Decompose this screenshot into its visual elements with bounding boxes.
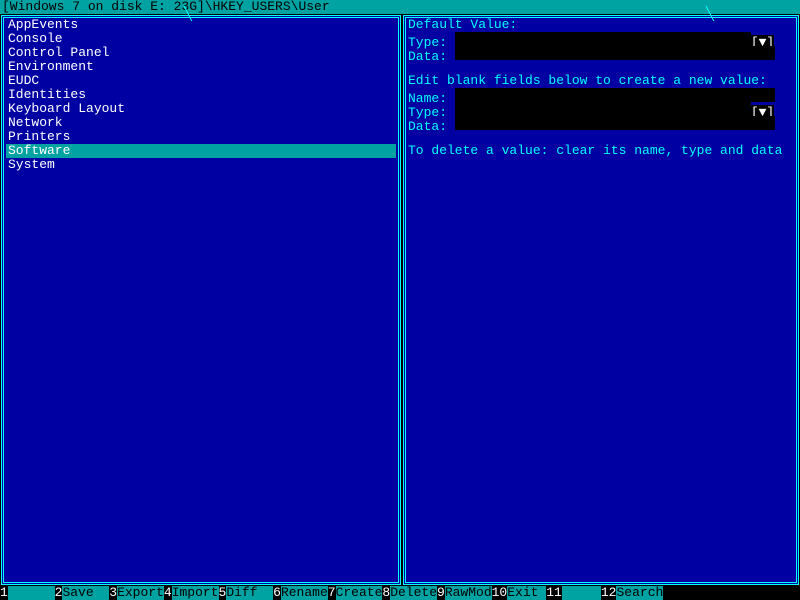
fkey-num: 4 xyxy=(164,586,172,600)
fkey-create[interactable]: Create xyxy=(336,586,383,600)
tree-item-eudc[interactable]: EUDC xyxy=(6,74,396,88)
fkey-export[interactable]: Export xyxy=(117,586,164,600)
registry-tree[interactable]: AppEventsConsoleControl PanelEnvironment… xyxy=(6,18,396,582)
default-type-field[interactable] xyxy=(455,32,751,46)
tree-item-identities[interactable]: Identities xyxy=(6,88,396,102)
new-type-field[interactable] xyxy=(455,102,751,116)
tree-item-control-panel[interactable]: Control Panel xyxy=(6,46,396,60)
fkey-num: 1 xyxy=(0,586,8,600)
fkey-num: 2 xyxy=(55,586,63,600)
function-key-bar: 1 2Save 3Export4Import5Diff 6Rename7Crea… xyxy=(0,586,800,600)
value-editor: Default Value: Type: [▼] Data: Edit blan… xyxy=(408,18,794,582)
title-bar: [Windows 7 on disk E: 23G]\HKEY_USERS\Us… xyxy=(0,0,800,14)
fkey-num: 8 xyxy=(382,586,390,600)
main-area: ╲ AppEventsConsoleControl PanelEnvironme… xyxy=(0,14,800,586)
fkey-search[interactable]: Search xyxy=(616,586,663,600)
fkey-num: 3 xyxy=(109,586,117,600)
fkey-num: 9 xyxy=(437,586,445,600)
fkey-num: 12 xyxy=(601,586,617,600)
tree-item-console[interactable]: Console xyxy=(6,32,396,46)
data-label: Data: xyxy=(408,49,447,64)
screen: [Windows 7 on disk E: 23G]\HKEY_USERS\Us… xyxy=(0,0,800,600)
fkey-num: 5 xyxy=(219,586,227,600)
fkey-num: 10 xyxy=(492,586,508,600)
fkey-num: 6 xyxy=(273,586,281,600)
new-name-field[interactable] xyxy=(455,88,775,102)
data-label: Data: xyxy=(408,119,447,134)
fkey-num: 7 xyxy=(328,586,336,600)
tree-item-software[interactable]: Software xyxy=(6,144,396,158)
new-data-field[interactable] xyxy=(455,116,775,130)
fkey-[interactable] xyxy=(8,586,55,600)
tree-item-network[interactable]: Network xyxy=(6,116,396,130)
tree-item-keyboard-layout[interactable]: Keyboard Layout xyxy=(6,102,396,116)
tree-item-printers[interactable]: Printers xyxy=(6,130,396,144)
left-panel: ╲ AppEventsConsoleControl PanelEnvironme… xyxy=(1,15,401,585)
default-value-header: Default Value: xyxy=(408,18,517,32)
edit-hint: Edit blank fields below to create a new … xyxy=(408,73,767,88)
fkey-save[interactable]: Save xyxy=(62,586,109,600)
fkey-[interactable] xyxy=(562,586,601,600)
right-panel: ╲ Default Value: Type: [▼] Data: Edit bl… xyxy=(403,15,799,585)
tree-item-system[interactable]: System xyxy=(6,158,396,172)
fkey-import[interactable]: Import xyxy=(172,586,219,600)
tree-item-environment[interactable]: Environment xyxy=(6,60,396,74)
delete-hint: To delete a value: clear its name, type … xyxy=(408,143,782,158)
default-data-field[interactable] xyxy=(455,46,775,60)
fkey-rawmod[interactable]: RawMod xyxy=(445,586,492,600)
fkey-num: 11 xyxy=(546,586,562,600)
tree-item-appevents[interactable]: AppEvents xyxy=(6,18,396,32)
fkey-rename[interactable]: Rename xyxy=(281,586,328,600)
fkey-exit[interactable]: Exit xyxy=(507,586,546,600)
fkey-diff[interactable]: Diff xyxy=(226,586,273,600)
fkey-delete[interactable]: Delete xyxy=(390,586,437,600)
title-text: [Windows 7 on disk E: 23G]\HKEY_USERS\Us… xyxy=(2,0,330,14)
